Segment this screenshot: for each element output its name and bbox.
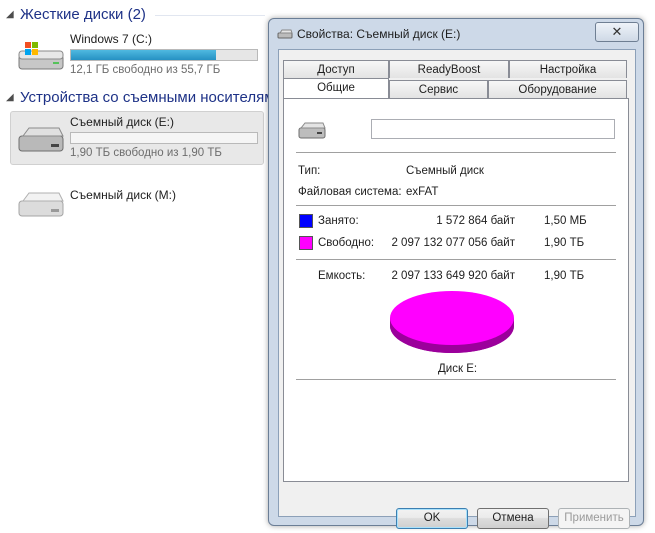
capacity-size: 1,90 ТБ bbox=[544, 270, 585, 282]
general-tab-page: Тип: Съемный диск Файловая система: exFA… bbox=[283, 98, 629, 482]
cancel-button[interactable]: Отмена bbox=[477, 508, 549, 529]
tab-general[interactable]: Общие bbox=[283, 78, 389, 98]
free-label: Свободно: bbox=[318, 237, 375, 249]
pie-slice-free-top bbox=[390, 291, 514, 345]
drive-item-m[interactable]: Съемный диск (M:) bbox=[10, 176, 264, 230]
used-size: 1,50 МБ bbox=[544, 215, 587, 227]
drive-name: Windows 7 (C:) bbox=[70, 32, 153, 46]
free-bytes: 2 097 132 077 056 байт bbox=[391, 237, 515, 249]
used-bytes: 1 572 864 байт bbox=[436, 215, 515, 227]
group-header-label: Устройства со съемными носителям bbox=[20, 88, 275, 106]
collapse-chevron-icon[interactable]: ◢ bbox=[6, 9, 16, 20]
divider bbox=[296, 152, 616, 153]
removable-drive-icon bbox=[18, 127, 64, 152]
dialog-body: Доступ ReadyBoost Настройка Общие Сервис… bbox=[278, 49, 636, 529]
drive-item-c[interactable]: Windows 7 (C:) 12,1 ГБ свободно из 55,7 … bbox=[10, 28, 264, 82]
type-value: Съемный диск bbox=[406, 165, 484, 177]
dialog-titlebar[interactable]: Свойства: Съемный диск (E:) ✕ bbox=[269, 19, 643, 47]
removable-drive-icon bbox=[18, 192, 64, 217]
filesystem-label: Файловая система: bbox=[298, 186, 402, 198]
group-header-hard-disks[interactable]: ◢ Жесткие диски (2) bbox=[6, 4, 146, 24]
group-divider bbox=[155, 15, 265, 16]
collapse-chevron-icon[interactable]: ◢ bbox=[6, 92, 16, 103]
used-color-swatch bbox=[299, 214, 313, 228]
drive-usage-bar bbox=[70, 132, 258, 144]
free-size: 1,90 ТБ bbox=[544, 237, 585, 249]
free-color-swatch bbox=[299, 236, 313, 250]
divider bbox=[296, 259, 616, 260]
capacity-bytes: 2 097 133 649 920 байт bbox=[391, 270, 515, 282]
drive-item-e[interactable]: Съемный диск (E:) 1,90 ТБ свободно из 1,… bbox=[10, 111, 264, 165]
group-header-removable[interactable]: ◢ Устройства со съемными носителям bbox=[6, 87, 275, 107]
divider bbox=[296, 379, 616, 380]
disk-label: Диск E: bbox=[438, 363, 478, 375]
group-header-label: Жесткие диски (2) bbox=[20, 5, 146, 23]
disk-usage-pie-chart bbox=[390, 291, 514, 353]
tab-access[interactable]: Доступ bbox=[283, 60, 389, 78]
apply-button[interactable]: Применить bbox=[558, 508, 630, 529]
divider bbox=[296, 205, 616, 206]
removable-drive-icon bbox=[277, 29, 293, 39]
drive-usage-bar bbox=[70, 49, 258, 61]
removable-drive-icon bbox=[298, 122, 326, 139]
drive-free-text: 1,90 ТБ свободно из 1,90 ТБ bbox=[70, 147, 222, 159]
tab-tools[interactable]: Сервис bbox=[389, 80, 488, 98]
drive-name: Съемный диск (M:) bbox=[70, 188, 176, 202]
ok-button[interactable]: OK bbox=[396, 508, 468, 529]
filesystem-value: exFAT bbox=[406, 186, 439, 198]
drive-usage-fill bbox=[71, 50, 217, 60]
capacity-label: Емкость: bbox=[318, 270, 366, 282]
volume-label-input[interactable] bbox=[371, 119, 615, 139]
type-label: Тип: bbox=[298, 165, 321, 177]
drive-free-text: 12,1 ГБ свободно из 55,7 ГБ bbox=[70, 64, 221, 76]
tab-readyboost[interactable]: ReadyBoost bbox=[389, 60, 509, 78]
windows-hdd-icon bbox=[18, 42, 64, 70]
tab-hardware[interactable]: Оборудование bbox=[488, 80, 627, 98]
close-button[interactable]: ✕ bbox=[595, 22, 639, 42]
used-label: Занято: bbox=[318, 215, 359, 227]
dialog-title: Свойства: Съемный диск (E:) bbox=[297, 27, 461, 41]
properties-dialog: Свойства: Съемный диск (E:) ✕ Доступ Rea… bbox=[268, 18, 644, 529]
tab-settings[interactable]: Настройка bbox=[509, 60, 627, 78]
drive-name: Съемный диск (E:) bbox=[70, 115, 174, 129]
